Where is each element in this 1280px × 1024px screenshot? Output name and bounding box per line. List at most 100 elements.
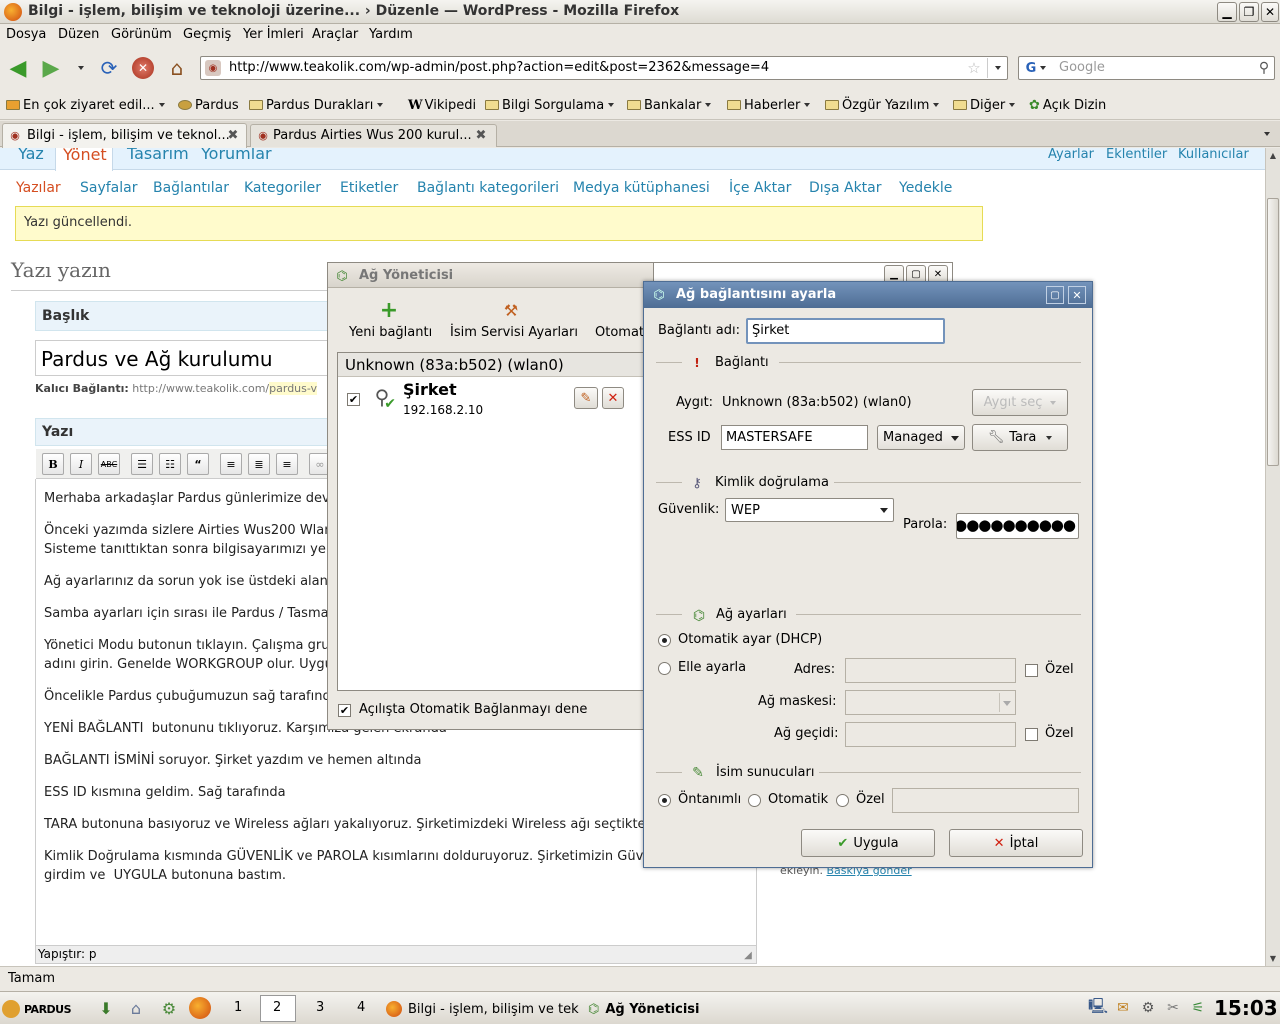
permalink-slug[interactable]: pardus-v bbox=[269, 382, 318, 395]
settings-icon[interactable]: ⚙ bbox=[158, 997, 180, 1019]
scroll-down-arrow-icon[interactable]: ▼ bbox=[1266, 951, 1280, 965]
wp-nav-yonet-tab[interactable]: Yönet bbox=[55, 148, 113, 171]
name-input[interactable]: Şirket bbox=[746, 318, 945, 344]
password-input[interactable]: ●●●●●●●●●●● bbox=[956, 513, 1079, 539]
wp-sub-medya[interactable]: Medya kütüphanesi bbox=[573, 180, 710, 196]
task-network-manager[interactable]: ⌬ Ağ Yöneticisi bbox=[584, 996, 734, 1022]
url-dropdown-icon[interactable] bbox=[987, 58, 1007, 78]
menu-yardim[interactable]: Yardım bbox=[369, 27, 413, 42]
menu-duzen[interactable]: Düzen bbox=[58, 27, 99, 42]
home-folder-icon[interactable]: ⌂ bbox=[125, 997, 147, 1019]
search-icon[interactable]: ⚲ bbox=[1255, 59, 1273, 77]
wp-sub-etiketler[interactable]: Etiketler bbox=[340, 180, 398, 196]
scroll-up-arrow-icon[interactable]: ▲ bbox=[1266, 148, 1280, 162]
bookmark-pardus[interactable]: Pardus bbox=[178, 96, 239, 114]
device-select-button[interactable]: Aygıt seç bbox=[972, 389, 1068, 416]
dns-settings-icon[interactable]: ⚒ bbox=[501, 300, 521, 320]
tray-network-icon[interactable]: 🖳︎ bbox=[1088, 997, 1108, 1018]
gateway-custom-checkbox[interactable] bbox=[1025, 728, 1038, 741]
bookmark-diger[interactable]: Diğer bbox=[953, 96, 1016, 114]
url-bar[interactable]: ◉ http://www.teakolik.com/wp-admin/post.… bbox=[200, 56, 1008, 80]
numbered-list-button[interactable]: ☷ bbox=[159, 453, 181, 475]
wp-nav-tasarim[interactable]: Tasarım bbox=[127, 148, 189, 163]
bookmark-pardus-duraklari[interactable]: Pardus Durakları bbox=[249, 96, 384, 114]
new-connection-button[interactable]: Yeni bağlantı bbox=[349, 325, 432, 340]
forward-arrow-icon[interactable]: ▶ bbox=[38, 56, 64, 81]
tray-clipboard-icon[interactable]: ✂ bbox=[1163, 998, 1183, 1018]
netmask-input[interactable] bbox=[845, 690, 1016, 715]
menu-araclar[interactable]: Araçlar bbox=[312, 27, 358, 42]
dialog-close-button[interactable]: ✕ bbox=[1068, 286, 1086, 304]
menu-dosya[interactable]: Dosya bbox=[6, 27, 46, 42]
bookmark-star-icon[interactable]: ☆ bbox=[965, 59, 983, 77]
cancel-button[interactable]: ✕ İptal bbox=[949, 829, 1083, 857]
tray-package-icon[interactable]: ⚙ bbox=[1138, 998, 1158, 1018]
wp-sub-baglanti-kategorileri[interactable]: Bağlantı kategorileri bbox=[417, 180, 559, 196]
dialog-maximize-button[interactable]: ▢ bbox=[1046, 286, 1064, 304]
wp-sub-yazilar[interactable]: Yazılar bbox=[16, 180, 61, 196]
wp-sub-yedekle[interactable]: Yedekle bbox=[899, 180, 952, 196]
blockquote-button[interactable]: “ bbox=[187, 453, 209, 475]
tab-close-icon[interactable]: ✖ bbox=[473, 127, 489, 143]
tab-list-icon[interactable] bbox=[1260, 128, 1274, 140]
resize-grip-icon[interactable]: ◢ bbox=[742, 949, 754, 961]
bookmark-bilgi-sorgulama[interactable]: Bilgi Sorgulama bbox=[485, 96, 615, 114]
dns-settings-button[interactable]: İsim Servisi Ayarları bbox=[450, 325, 578, 340]
home-icon[interactable]: ⌂ bbox=[165, 56, 189, 80]
new-connection-icon[interactable]: + bbox=[378, 298, 400, 323]
bullet-list-button[interactable]: ☰ bbox=[131, 453, 153, 475]
auto-connect-checkbox[interactable]: ✔ bbox=[338, 704, 351, 717]
manual-radio[interactable] bbox=[658, 662, 671, 675]
firefox-launcher-icon[interactable] bbox=[189, 997, 211, 1019]
gateway-input[interactable] bbox=[845, 722, 1016, 747]
essid-input[interactable]: MASTERSAFE bbox=[721, 425, 868, 450]
align-left-button[interactable]: ≡ bbox=[220, 453, 242, 475]
desktop-icon[interactable]: ⬇ bbox=[95, 997, 117, 1019]
connection-checkbox[interactable]: ✔ bbox=[347, 393, 360, 406]
auto-connect-button[interactable]: Otomat bbox=[595, 325, 644, 340]
bookmark-haberler[interactable]: Haberler bbox=[727, 96, 811, 114]
history-dropdown-icon[interactable] bbox=[72, 62, 86, 74]
menu-yer-imleri[interactable]: Yer İmleri bbox=[243, 27, 304, 42]
address-input[interactable] bbox=[845, 658, 1016, 683]
wp-sub-kategoriler[interactable]: Kategoriler bbox=[244, 180, 321, 196]
auto-dhcp-radio[interactable] bbox=[658, 634, 671, 647]
wp-sub-sayfalar[interactable]: Sayfalar bbox=[80, 180, 137, 196]
bookmark-acik-dizin[interactable]: ✿ Açık Dizin bbox=[1029, 96, 1106, 114]
dns-default-radio[interactable] bbox=[658, 794, 671, 807]
title-input[interactable]: Pardus ve Ağ kurulumu bbox=[35, 340, 330, 376]
task-firefox[interactable]: Bilgi - işlem, bilişim ve tekn bbox=[382, 996, 579, 1022]
maximize-button[interactable]: ❐ bbox=[1239, 2, 1259, 22]
tab-close-icon[interactable]: ✖ bbox=[225, 127, 241, 143]
menu-gecmis[interactable]: Geçmiş bbox=[183, 27, 231, 42]
wp-sub-disa-aktar[interactable]: Dışa Aktar bbox=[809, 180, 882, 196]
pardus-menu-button[interactable]: PARDUS bbox=[2, 996, 72, 1022]
search-box[interactable]: G Google ⚲ bbox=[1018, 56, 1275, 80]
align-right-button[interactable]: ≡ bbox=[276, 453, 298, 475]
wp-nav-yaz[interactable]: Yaz bbox=[18, 148, 44, 163]
desktop-3[interactable]: 3 bbox=[316, 1000, 324, 1015]
edit-connection-button[interactable]: ✎ bbox=[574, 387, 598, 409]
wp-nav-yorumlar[interactable]: Yorumlar bbox=[201, 148, 272, 163]
mode-select[interactable]: Managed bbox=[877, 425, 965, 450]
align-center-button[interactable]: ≣ bbox=[248, 453, 270, 475]
wp-nav-eklentiler[interactable]: Eklentiler bbox=[1106, 148, 1167, 162]
bookmark-ozgur-yazilim[interactable]: Özgür Yazılım bbox=[825, 96, 940, 114]
page-scrollbar[interactable]: ▲ ▼ bbox=[1265, 148, 1280, 966]
google-icon[interactable]: G bbox=[1021, 59, 1051, 77]
back-arrow-icon[interactable]: ◀ bbox=[5, 56, 31, 81]
tab-pardus-airties[interactable]: ◉ Pardus Airties Wus 200 kurul... ✖ bbox=[250, 124, 497, 147]
apply-button[interactable]: ✔ Uygula bbox=[801, 829, 935, 857]
scan-button[interactable]: 🔧︎ Tara bbox=[972, 424, 1068, 451]
tab-bilgi[interactable]: ◉ Bilgi - işlem, bilişim ve teknol... ✖ bbox=[2, 123, 247, 148]
netmask-dropdown-icon[interactable] bbox=[999, 693, 1014, 712]
address-custom-checkbox[interactable] bbox=[1025, 664, 1038, 677]
bookmark-bankalar[interactable]: Bankalar bbox=[627, 96, 712, 114]
bookmark-vikipedi[interactable]: W Vikipedi bbox=[408, 96, 476, 114]
connection-name[interactable]: Şirket bbox=[403, 380, 457, 399]
dns-custom-input[interactable] bbox=[892, 788, 1079, 813]
tray-wireless-icon[interactable]: ⚟ bbox=[1188, 998, 1208, 1018]
wp-nav-kullanicilar[interactable]: Kullanıcılar bbox=[1178, 148, 1249, 162]
wp-sub-baglantilar[interactable]: Bağlantılar bbox=[153, 180, 229, 196]
reload-icon[interactable]: ⟳ bbox=[97, 56, 121, 80]
